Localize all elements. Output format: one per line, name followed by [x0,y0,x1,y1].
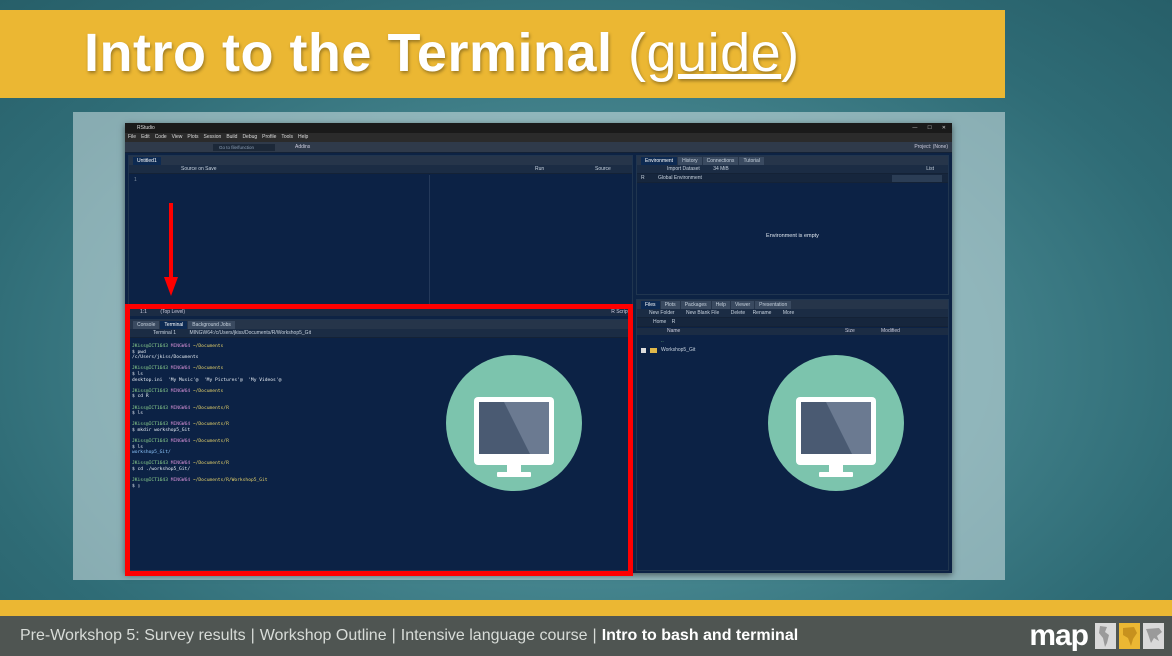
main-toolbar: Go to file/function Addins Project: (Non… [125,142,952,153]
delete-button[interactable]: Delete [731,310,745,316]
menu-edit[interactable]: Edit [141,133,150,142]
menu-view[interactable]: View [172,133,183,142]
logo-africa-icon [1119,623,1140,649]
breadcrumb-r[interactable]: R [672,319,676,325]
maximize-button[interactable]: ☐ [927,123,931,133]
menu-help[interactable]: Help [298,133,308,142]
guide-link[interactable]: guide [647,23,782,83]
run-button[interactable]: Run [535,165,544,174]
project-menu[interactable]: Project: (None) [914,144,948,151]
nav-separator: | [592,627,597,644]
nav-item-workshop-outline[interactable]: Workshop Outline [260,627,387,644]
source-button[interactable]: Source [595,165,611,174]
monitor-icon [768,355,904,491]
environment-empty-message: Environment is empty [766,233,819,239]
breadcrumb-home[interactable]: Home [653,319,666,325]
title-text: Intro to the Terminal [84,23,613,83]
folder-name[interactable]: Workshop5_Git [661,347,695,353]
tab-history[interactable]: History [678,157,702,165]
column-modified[interactable]: Modified [881,328,900,335]
tab-viewer[interactable]: Viewer [730,301,755,309]
tab-tutorial[interactable]: Tutorial [739,157,764,165]
menu-plots[interactable]: Plots [187,133,198,142]
map-logo: map [1029,619,1164,652]
rstudio-titlebar: RStudio — ☐ ✕ [125,123,952,133]
title-close-paren: ) [781,23,800,83]
nav-separator: | [250,627,255,644]
files-header: Name Size Modified [637,328,948,335]
import-dataset-button[interactable]: Import Dataset [667,166,700,172]
minimize-button[interactable]: — [912,123,917,133]
tab-help[interactable]: Help [711,301,730,309]
logo-wordmark: map [1029,619,1089,652]
tab-files[interactable]: Files [641,301,660,309]
tab-untitled1[interactable]: Untitled1 [133,157,161,165]
line-number: 1 [134,177,137,183]
tab-environment[interactable]: Environment [641,157,678,165]
source-on-save-checkbox[interactable]: Source on Save [181,166,217,172]
rename-button[interactable]: Rename [753,310,772,316]
title-open-paren: ( [628,23,647,83]
environment-search-input[interactable] [892,175,942,182]
margin-line [429,175,430,305]
logo-asia-icon [1143,623,1164,649]
menu-profile[interactable]: Profile [262,133,276,142]
footer: Pre-Workshop 5: Survey results | Workshop … [0,616,1172,656]
tab-packages[interactable]: Packages [680,301,711,309]
menu-build[interactable]: Build [226,133,237,142]
nav-separator: | [391,627,396,644]
tab-connections[interactable]: Connections [702,157,739,165]
column-size[interactable]: Size [845,328,855,335]
parent-directory-label: .. [661,338,664,344]
tab-plots[interactable]: Plots [660,301,680,309]
editor-pane: Untitled1 Source on Save Run Source 1 [128,155,633,307]
row-checkbox[interactable] [641,347,646,353]
slide-title: Intro to the Terminal (guide) [84,22,800,84]
footer-accent-bar [0,600,1172,616]
environment-pane: Environment History Connections Tutorial… [636,155,949,295]
nav-item-survey-results[interactable]: Pre-Workshop 5: Survey results [20,627,246,644]
goto-file-input[interactable]: Go to file/function [213,144,275,151]
nav-item-current[interactable]: Intro to bash and terminal [602,627,798,644]
folder-icon [650,347,657,353]
new-blank-file-button[interactable]: New Blank File [686,310,719,316]
file-row-workshop5-git[interactable]: Workshop5_Git [641,347,695,353]
column-name[interactable]: Name [667,328,680,334]
r-language-select[interactable]: R [641,175,645,181]
down-arrow-icon [164,203,178,296]
menu-file[interactable]: File [128,133,136,142]
tab-presentation[interactable]: Presentation [755,301,792,309]
new-folder-button[interactable]: New Folder [649,310,675,316]
menu-bar: File Edit Code View Plots Session Build … [125,133,952,142]
close-button[interactable]: ✕ [942,123,946,133]
parent-directory-row[interactable]: .. [661,338,664,344]
editor-toolbar: Source on Save Run Source [129,165,632,174]
nav-item-language-course[interactable]: Intensive language course [401,627,588,644]
scope-bar: R Global Environment [637,174,948,183]
logo-america-icon [1095,623,1116,649]
environment-toolbar: Import Dataset 34 MiB List [637,165,948,174]
footer-navigation: Pre-Workshop 5: Survey results | Workshop … [20,627,798,645]
menu-debug[interactable]: Debug [242,133,257,142]
monitor-icon [446,355,582,491]
menu-tools[interactable]: Tools [281,133,293,142]
rstudio-title: RStudio [137,125,155,131]
files-toolbar: New Folder New Blank File Delete Rename … [637,309,948,318]
addins-menu[interactable]: Addins [295,144,310,151]
files-breadcrumb: Home R [637,318,948,327]
global-environment-select[interactable]: Global Environment [658,175,702,181]
memory-usage[interactable]: 34 MiB [713,166,729,172]
menu-session[interactable]: Session [204,133,222,142]
more-menu[interactable]: More [783,310,794,316]
view-mode-select[interactable]: List [926,165,934,174]
menu-code[interactable]: Code [155,133,167,142]
